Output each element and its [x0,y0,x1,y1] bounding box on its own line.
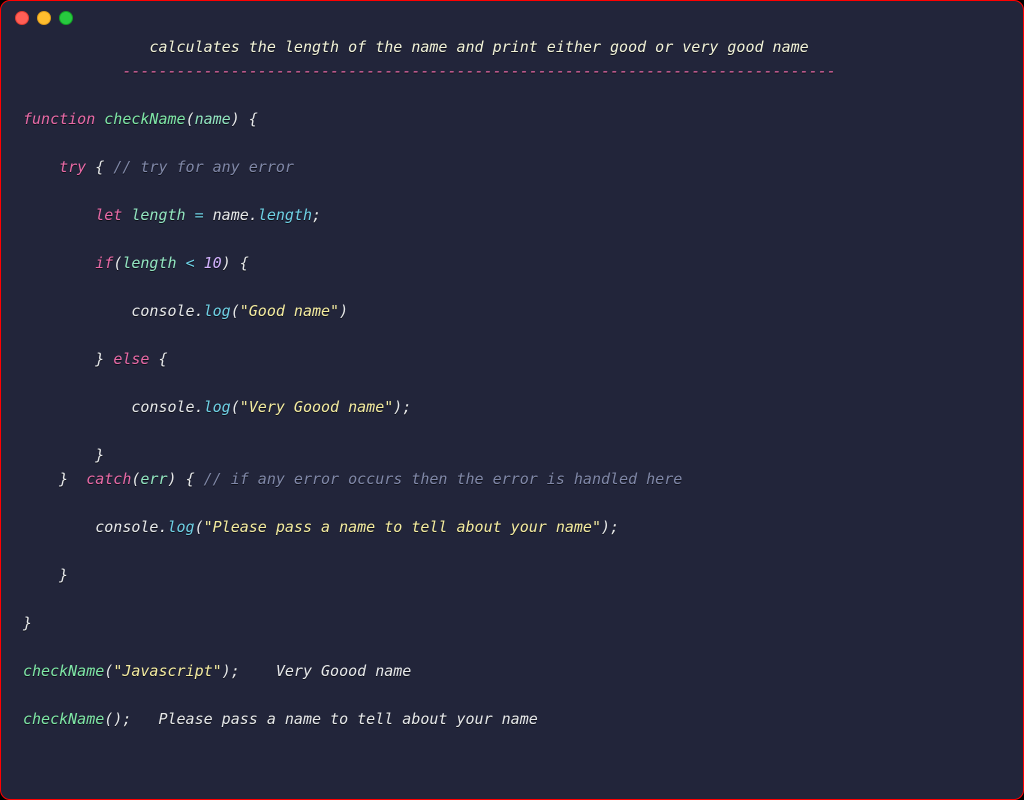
str-good: "Good name" [240,302,339,320]
comment-try: // try for any error [113,158,294,176]
call1-arg: "Javascript" [113,662,221,680]
param-name: name [195,110,231,128]
header-divider: ----------------------------------------… [122,62,835,80]
call1: checkName [23,662,104,680]
op-lt: < [186,254,195,272]
paren-close: ) [222,662,231,680]
code-window: calculates the length of the name and pr… [0,0,1024,800]
brace-close: } [59,470,68,488]
param-err: err [140,470,167,488]
cond-lhs: length [122,254,176,272]
paren-open: ( [186,110,195,128]
semicolon: ; [231,662,240,680]
log: log [204,398,231,416]
brace-open: { [249,110,258,128]
dot: . [195,398,204,416]
paren-open: ( [195,518,204,536]
str-verygood: "Very Goood name" [240,398,394,416]
kw-function: function [23,110,95,128]
paren-close: ) [222,254,231,272]
paren-open: ( [104,710,113,728]
call2-output: Please pass a name to tell about your na… [158,710,537,728]
brace-open: { [240,254,249,272]
paren-open: ( [231,398,240,416]
call2: checkName [23,710,104,728]
paren-open: ( [113,254,122,272]
semicolon: ; [402,398,411,416]
paren-close: ) [601,518,610,536]
zoom-icon[interactable] [59,11,73,25]
brace-open: { [95,158,104,176]
paren-close: ) [113,710,122,728]
cond-rhs: 10 [204,254,222,272]
paren-open: ( [231,302,240,320]
paren-open: ( [104,662,113,680]
semicolon: ; [122,710,131,728]
paren-close: ) [231,110,240,128]
paren-close: ) [339,302,348,320]
header-description: calculates the length of the name and pr… [149,38,808,56]
str-please: "Please pass a name to tell about your n… [204,518,601,536]
dot: . [195,302,204,320]
comment-catch: // if any error occurs then the error is… [204,470,683,488]
brace-close: } [95,446,104,464]
brace-close: } [95,350,104,368]
dot: . [249,206,258,224]
console: console [131,398,194,416]
close-icon[interactable] [15,11,29,25]
kw-let: let [95,206,122,224]
op-assign: = [195,206,204,224]
code-block: calculates the length of the name and pr… [1,1,1023,751]
fn-name: checkName [104,110,185,128]
kw-if: if [95,254,113,272]
dot: . [158,518,167,536]
var-length: length [131,206,185,224]
brace-open: { [158,350,167,368]
log: log [168,518,195,536]
paren-close: ) [168,470,177,488]
kw-try: try [59,158,86,176]
semicolon: ; [610,518,619,536]
console: console [95,518,158,536]
brace-open: { [186,470,195,488]
expr-prop: length [258,206,312,224]
kw-else: else [113,350,149,368]
call1-output: Very Goood name [276,662,411,680]
kw-catch: catch [86,470,131,488]
paren-close: ) [393,398,402,416]
window-traffic-lights [15,11,73,25]
brace-close: } [59,566,68,584]
log: log [204,302,231,320]
console: console [131,302,194,320]
expr-obj: name [213,206,249,224]
semicolon: ; [312,206,321,224]
brace-close: } [23,614,32,632]
minimize-icon[interactable] [37,11,51,25]
